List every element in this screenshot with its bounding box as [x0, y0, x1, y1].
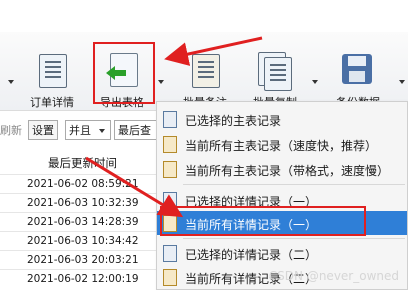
- annotation-arrows: [85, 36, 263, 218]
- arrow-to-menu-item: [85, 156, 184, 218]
- arrow-to-export-button: [164, 36, 263, 66]
